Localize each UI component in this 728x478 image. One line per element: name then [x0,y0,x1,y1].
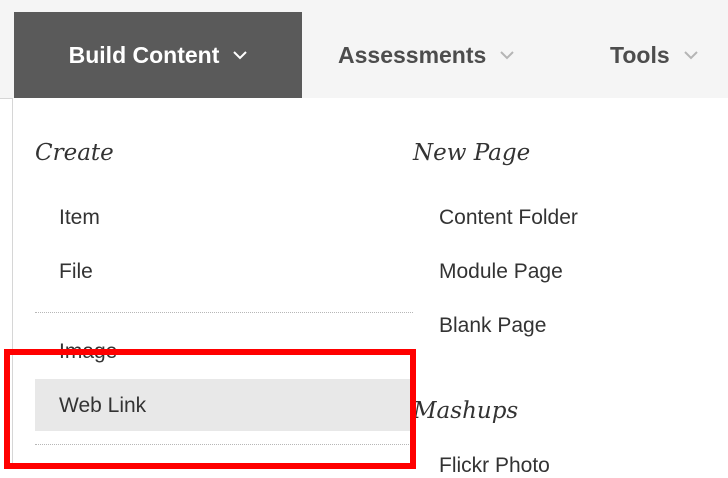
menu-item-item[interactable]: Item [59,206,100,230]
chevron-down-icon [500,50,515,60]
content-toolbar: Build Content Assessments Tools [0,0,728,99]
menu-item-module-page[interactable]: Module Page [439,260,563,284]
tab-tools[interactable]: Tools [610,12,698,98]
tab-assessments-label: Assessments [338,41,487,68]
chevron-down-icon [683,50,698,60]
tab-tools-label: Tools [610,41,670,68]
new-page-heading: New Page [413,140,531,166]
menu-item-image[interactable]: Image [59,340,117,364]
build-content-dropdown: Create Item File Image Web Link New Page… [12,98,728,477]
mashups-heading: Mashups [413,398,519,424]
create-heading: Create [35,140,114,166]
tab-build-content-label: Build Content [68,41,220,68]
menu-item-content-folder[interactable]: Content Folder [439,206,578,230]
menu-divider [35,444,413,445]
menu-item-web-link[interactable]: Web Link [59,394,146,418]
tab-assessments[interactable]: Assessments [338,12,515,98]
chevron-down-icon [233,50,248,60]
tab-build-content[interactable]: Build Content [14,12,302,98]
menu-item-file[interactable]: File [59,260,93,284]
menu-divider [35,312,413,313]
menu-item-blank-page[interactable]: Blank Page [439,314,546,338]
menu-item-flickr-photo[interactable]: Flickr Photo [439,454,550,478]
